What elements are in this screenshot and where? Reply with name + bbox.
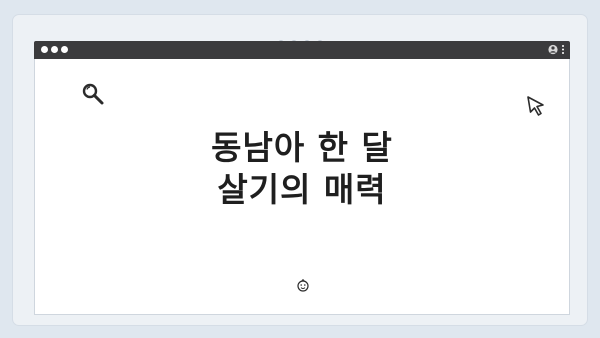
vertical-dots-icon[interactable] bbox=[561, 44, 565, 55]
window-dot-icon[interactable] bbox=[61, 46, 68, 53]
window-controls bbox=[41, 46, 68, 53]
title-line-1: 동남아 한 달 bbox=[211, 128, 393, 167]
title-line-2: 살기의 매력 bbox=[217, 170, 387, 209]
page-title: 동남아 한 달 살기의 매력 bbox=[35, 127, 569, 211]
browser-controls bbox=[548, 44, 565, 55]
user-icon[interactable] bbox=[548, 44, 558, 55]
smiley-icon bbox=[297, 279, 309, 292]
browser-content: 동남아 한 달 살기의 매력 bbox=[34, 59, 570, 315]
search-icon bbox=[82, 83, 104, 105]
browser-title-bar bbox=[34, 41, 570, 59]
window-dot-icon[interactable] bbox=[41, 46, 48, 53]
cursor-icon bbox=[527, 96, 544, 116]
window-dot-icon[interactable] bbox=[51, 46, 58, 53]
